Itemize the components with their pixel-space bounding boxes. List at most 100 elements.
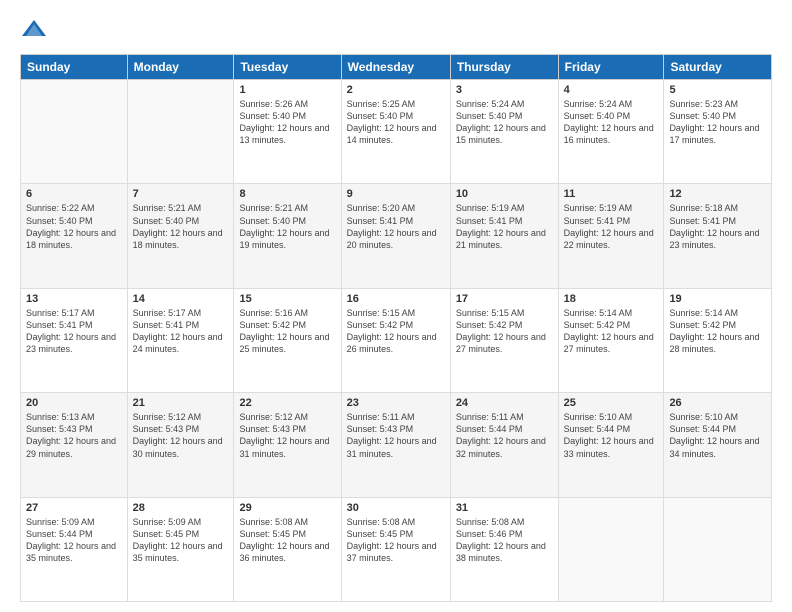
calendar-cell: 13 Sunrise: 5:17 AMSunset: 5:41 PMDayligh… [21, 288, 128, 392]
calendar-cell: 19 Sunrise: 5:14 AMSunset: 5:42 PMDayligh… [664, 288, 772, 392]
day-number: 7 [133, 188, 229, 200]
calendar-cell: 15Sunrise: 5:16 AMSunset: 5:42 PMDayligh… [234, 288, 341, 392]
calendar-cell [558, 497, 664, 601]
day-info: Sunrise: 5:22 AMSunset: 5:40 PMDaylight:… [26, 202, 122, 251]
weekday-header-saturday: Saturday [664, 55, 772, 80]
day-info: Sunrise: 5:17 AMSunset: 5:41 PMDaylight:… [133, 307, 229, 356]
weekday-header-sunday: Sunday [21, 55, 128, 80]
day-number: 11 [564, 188, 659, 200]
calendar-cell [664, 497, 772, 601]
day-info: Sunrise: 5:11 AMSunset: 5:44 PMDaylight:… [456, 411, 553, 460]
calendar-cell: 12 Sunrise: 5:18 AMSunset: 5:41 PMDayligh… [664, 184, 772, 288]
weekday-header-monday: Monday [127, 55, 234, 80]
day-number: 3 [456, 84, 553, 96]
calendar-cell: 6 Sunrise: 5:22 AMSunset: 5:40 PMDaylight… [21, 184, 128, 288]
day-number: 8 [239, 188, 335, 200]
day-number: 6 [26, 188, 122, 200]
calendar-cell: 20Sunrise: 5:13 AMSunset: 5:43 PMDayligh… [21, 393, 128, 497]
calendar-cell: 5 Sunrise: 5:23 AMSunset: 5:40 PMDaylight… [664, 80, 772, 184]
day-info: Sunrise: 5:19 AMSunset: 5:41 PMDaylight:… [456, 202, 553, 251]
calendar-cell [127, 80, 234, 184]
calendar-week-row: 20Sunrise: 5:13 AMSunset: 5:43 PMDayligh… [21, 393, 772, 497]
day-info: Sunrise: 5:23 AMSunset: 5:40 PMDaylight:… [669, 98, 766, 147]
calendar-cell: 29 Sunrise: 5:08 AMSunset: 5:45 PMDayligh… [234, 497, 341, 601]
day-info: Sunrise: 5:19 AMSunset: 5:41 PMDaylight:… [564, 202, 659, 251]
calendar-week-row: 27 Sunrise: 5:09 AMSunset: 5:44 PMDayligh… [21, 497, 772, 601]
day-info: Sunrise: 5:10 AMSunset: 5:44 PMDaylight:… [564, 411, 659, 460]
weekday-header-wednesday: Wednesday [341, 55, 450, 80]
logo [20, 16, 52, 44]
day-number: 26 [669, 397, 766, 409]
day-number: 31 [456, 502, 553, 514]
day-number: 15 [239, 293, 335, 305]
calendar-week-row: 1 Sunrise: 5:26 AMSunset: 5:40 PMDaylight… [21, 80, 772, 184]
day-info: Sunrise: 5:15 AMSunset: 5:42 PMDaylight:… [347, 307, 445, 356]
day-number: 18 [564, 293, 659, 305]
day-number: 16 [347, 293, 445, 305]
day-number: 22 [239, 397, 335, 409]
calendar-cell: 28 Sunrise: 5:09 AMSunset: 5:45 PMDayligh… [127, 497, 234, 601]
calendar-cell: 18 Sunrise: 5:14 AMSunset: 5:42 PMDayligh… [558, 288, 664, 392]
day-number: 23 [347, 397, 445, 409]
weekday-header-friday: Friday [558, 55, 664, 80]
day-number: 25 [564, 397, 659, 409]
calendar-cell: 1 Sunrise: 5:26 AMSunset: 5:40 PMDaylight… [234, 80, 341, 184]
day-info: Sunrise: 5:26 AMSunset: 5:40 PMDaylight:… [239, 98, 335, 147]
calendar-cell: 26 Sunrise: 5:10 AMSunset: 5:44 PMDayligh… [664, 393, 772, 497]
day-info: Sunrise: 5:24 AMSunset: 5:40 PMDaylight:… [564, 98, 659, 147]
day-number: 24 [456, 397, 553, 409]
day-number: 2 [347, 84, 445, 96]
day-number: 12 [669, 188, 766, 200]
calendar-cell: 8 Sunrise: 5:21 AMSunset: 5:40 PMDaylight… [234, 184, 341, 288]
day-info: Sunrise: 5:17 AMSunset: 5:41 PMDaylight:… [26, 307, 122, 356]
day-info: Sunrise: 5:09 AMSunset: 5:45 PMDaylight:… [133, 516, 229, 565]
day-info: Sunrise: 5:14 AMSunset: 5:42 PMDaylight:… [669, 307, 766, 356]
calendar-cell: 31Sunrise: 5:08 AMSunset: 5:46 PMDayligh… [450, 497, 558, 601]
day-info: Sunrise: 5:08 AMSunset: 5:45 PMDaylight:… [239, 516, 335, 565]
day-info: Sunrise: 5:21 AMSunset: 5:40 PMDaylight:… [239, 202, 335, 251]
day-info: Sunrise: 5:09 AMSunset: 5:44 PMDaylight:… [26, 516, 122, 565]
calendar-cell: 16 Sunrise: 5:15 AMSunset: 5:42 PMDayligh… [341, 288, 450, 392]
calendar-week-row: 6 Sunrise: 5:22 AMSunset: 5:40 PMDaylight… [21, 184, 772, 288]
calendar-cell: 9Sunrise: 5:20 AMSunset: 5:41 PMDaylight… [341, 184, 450, 288]
day-info: Sunrise: 5:24 AMSunset: 5:40 PMDaylight:… [456, 98, 553, 147]
calendar-cell: 10Sunrise: 5:19 AMSunset: 5:41 PMDayligh… [450, 184, 558, 288]
calendar-cell: 4Sunrise: 5:24 AMSunset: 5:40 PMDaylight… [558, 80, 664, 184]
day-number: 27 [26, 502, 122, 514]
day-number: 9 [347, 188, 445, 200]
day-number: 28 [133, 502, 229, 514]
calendar-cell: 27 Sunrise: 5:09 AMSunset: 5:44 PMDayligh… [21, 497, 128, 601]
day-info: Sunrise: 5:18 AMSunset: 5:41 PMDaylight:… [669, 202, 766, 251]
calendar-week-row: 13 Sunrise: 5:17 AMSunset: 5:41 PMDayligh… [21, 288, 772, 392]
day-info: Sunrise: 5:10 AMSunset: 5:44 PMDaylight:… [669, 411, 766, 460]
logo-icon [20, 16, 48, 44]
day-info: Sunrise: 5:12 AMSunset: 5:43 PMDaylight:… [133, 411, 229, 460]
page: SundayMondayTuesdayWednesdayThursdayFrid… [0, 0, 792, 612]
day-number: 17 [456, 293, 553, 305]
day-info: Sunrise: 5:13 AMSunset: 5:43 PMDaylight:… [26, 411, 122, 460]
day-info: Sunrise: 5:21 AMSunset: 5:40 PMDaylight:… [133, 202, 229, 251]
calendar-cell: 14 Sunrise: 5:17 AMSunset: 5:41 PMDayligh… [127, 288, 234, 392]
calendar-cell: 7 Sunrise: 5:21 AMSunset: 5:40 PMDaylight… [127, 184, 234, 288]
day-number: 14 [133, 293, 229, 305]
day-info: Sunrise: 5:25 AMSunset: 5:40 PMDaylight:… [347, 98, 445, 147]
weekday-header-tuesday: Tuesday [234, 55, 341, 80]
day-number: 21 [133, 397, 229, 409]
day-info: Sunrise: 5:14 AMSunset: 5:42 PMDaylight:… [564, 307, 659, 356]
day-number: 1 [239, 84, 335, 96]
calendar-cell: 17 Sunrise: 5:15 AMSunset: 5:42 PMDayligh… [450, 288, 558, 392]
calendar-cell: 24 Sunrise: 5:11 AMSunset: 5:44 PMDayligh… [450, 393, 558, 497]
day-number: 5 [669, 84, 766, 96]
day-number: 19 [669, 293, 766, 305]
day-number: 30 [347, 502, 445, 514]
calendar-cell: 11 Sunrise: 5:19 AMSunset: 5:41 PMDayligh… [558, 184, 664, 288]
calendar-cell: 2 Sunrise: 5:25 AMSunset: 5:40 PMDaylight… [341, 80, 450, 184]
header [20, 16, 772, 44]
day-info: Sunrise: 5:11 AMSunset: 5:43 PMDaylight:… [347, 411, 445, 460]
calendar-cell: 23 Sunrise: 5:11 AMSunset: 5:43 PMDayligh… [341, 393, 450, 497]
day-number: 29 [239, 502, 335, 514]
day-number: 13 [26, 293, 122, 305]
calendar-cell: 30Sunrise: 5:08 AMSunset: 5:45 PMDayligh… [341, 497, 450, 601]
day-info: Sunrise: 5:15 AMSunset: 5:42 PMDaylight:… [456, 307, 553, 356]
calendar-cell: 3 Sunrise: 5:24 AMSunset: 5:40 PMDaylight… [450, 80, 558, 184]
